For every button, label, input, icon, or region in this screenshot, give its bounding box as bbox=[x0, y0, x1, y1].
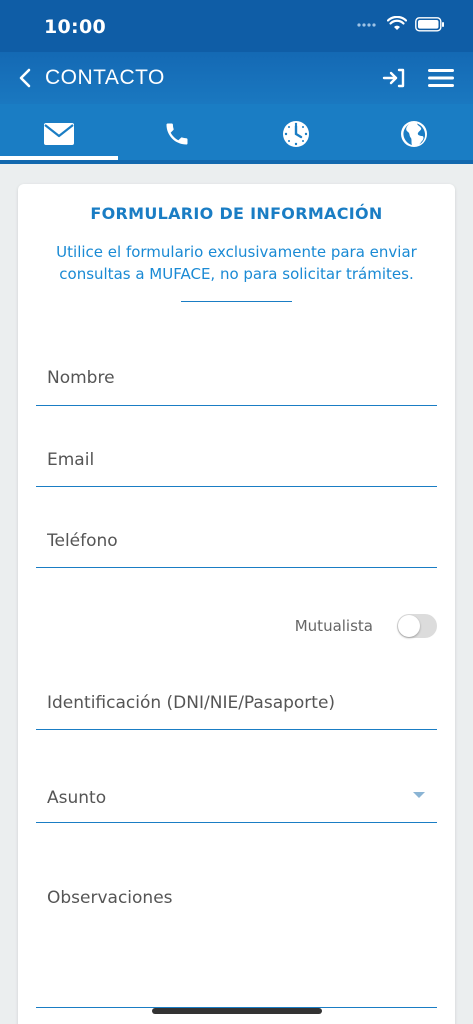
page-title: CONTACTO bbox=[45, 66, 165, 89]
mutualista-toggle[interactable] bbox=[397, 614, 437, 638]
status-icons bbox=[357, 16, 445, 32]
mutualista-label: Mutualista bbox=[294, 617, 373, 635]
tab-email[interactable] bbox=[0, 104, 118, 164]
wifi-icon bbox=[387, 16, 407, 30]
phone-icon bbox=[166, 123, 188, 145]
telefono-field bbox=[36, 514, 437, 568]
contact-tabs bbox=[0, 104, 473, 164]
active-tab-indicator bbox=[0, 156, 118, 160]
home-indicator bbox=[152, 1008, 322, 1014]
identificacion-input[interactable] bbox=[47, 693, 417, 713]
form-title: FORMULARIO DE INFORMACIÓN bbox=[90, 204, 383, 223]
clock-icon bbox=[282, 121, 309, 147]
tab-phone[interactable] bbox=[118, 104, 236, 164]
title-divider bbox=[181, 301, 292, 302]
hamburger-menu-icon[interactable] bbox=[427, 66, 455, 90]
toggle-knob bbox=[398, 615, 420, 637]
dropdown-arrow-icon bbox=[413, 792, 425, 798]
login-icon[interactable] bbox=[381, 65, 407, 91]
tab-bar-line bbox=[0, 160, 473, 164]
tab-web[interactable] bbox=[355, 104, 473, 164]
identificacion-field bbox=[36, 676, 437, 730]
email-field bbox=[36, 434, 437, 487]
observaciones-field bbox=[36, 870, 437, 1008]
asunto-label: Asunto bbox=[47, 788, 107, 808]
asunto-select[interactable]: Asunto bbox=[36, 766, 437, 823]
battery-icon bbox=[415, 16, 444, 32]
mail-icon bbox=[44, 123, 75, 145]
cellular-signal-icon bbox=[357, 23, 376, 27]
status-time: 10:00 bbox=[44, 16, 106, 38]
nombre-input[interactable] bbox=[47, 368, 417, 388]
globe-icon bbox=[400, 121, 427, 147]
back-chevron-icon[interactable] bbox=[14, 66, 38, 90]
form-description: Utilice el formulario exclusivamente par… bbox=[56, 243, 417, 283]
email-input[interactable] bbox=[47, 450, 417, 470]
telefono-input[interactable] bbox=[47, 531, 417, 551]
status-bar: 10:00 bbox=[0, 0, 473, 52]
info-form-card: FORMULARIO DE INFORMACIÓN Utilice el for… bbox=[18, 184, 455, 1024]
mutualista-row: Mutualista bbox=[36, 608, 437, 644]
observaciones-textarea[interactable] bbox=[47, 888, 417, 968]
nombre-field bbox=[36, 354, 437, 406]
app-header: CONTACTO bbox=[0, 52, 473, 104]
tab-hours[interactable] bbox=[237, 104, 355, 164]
